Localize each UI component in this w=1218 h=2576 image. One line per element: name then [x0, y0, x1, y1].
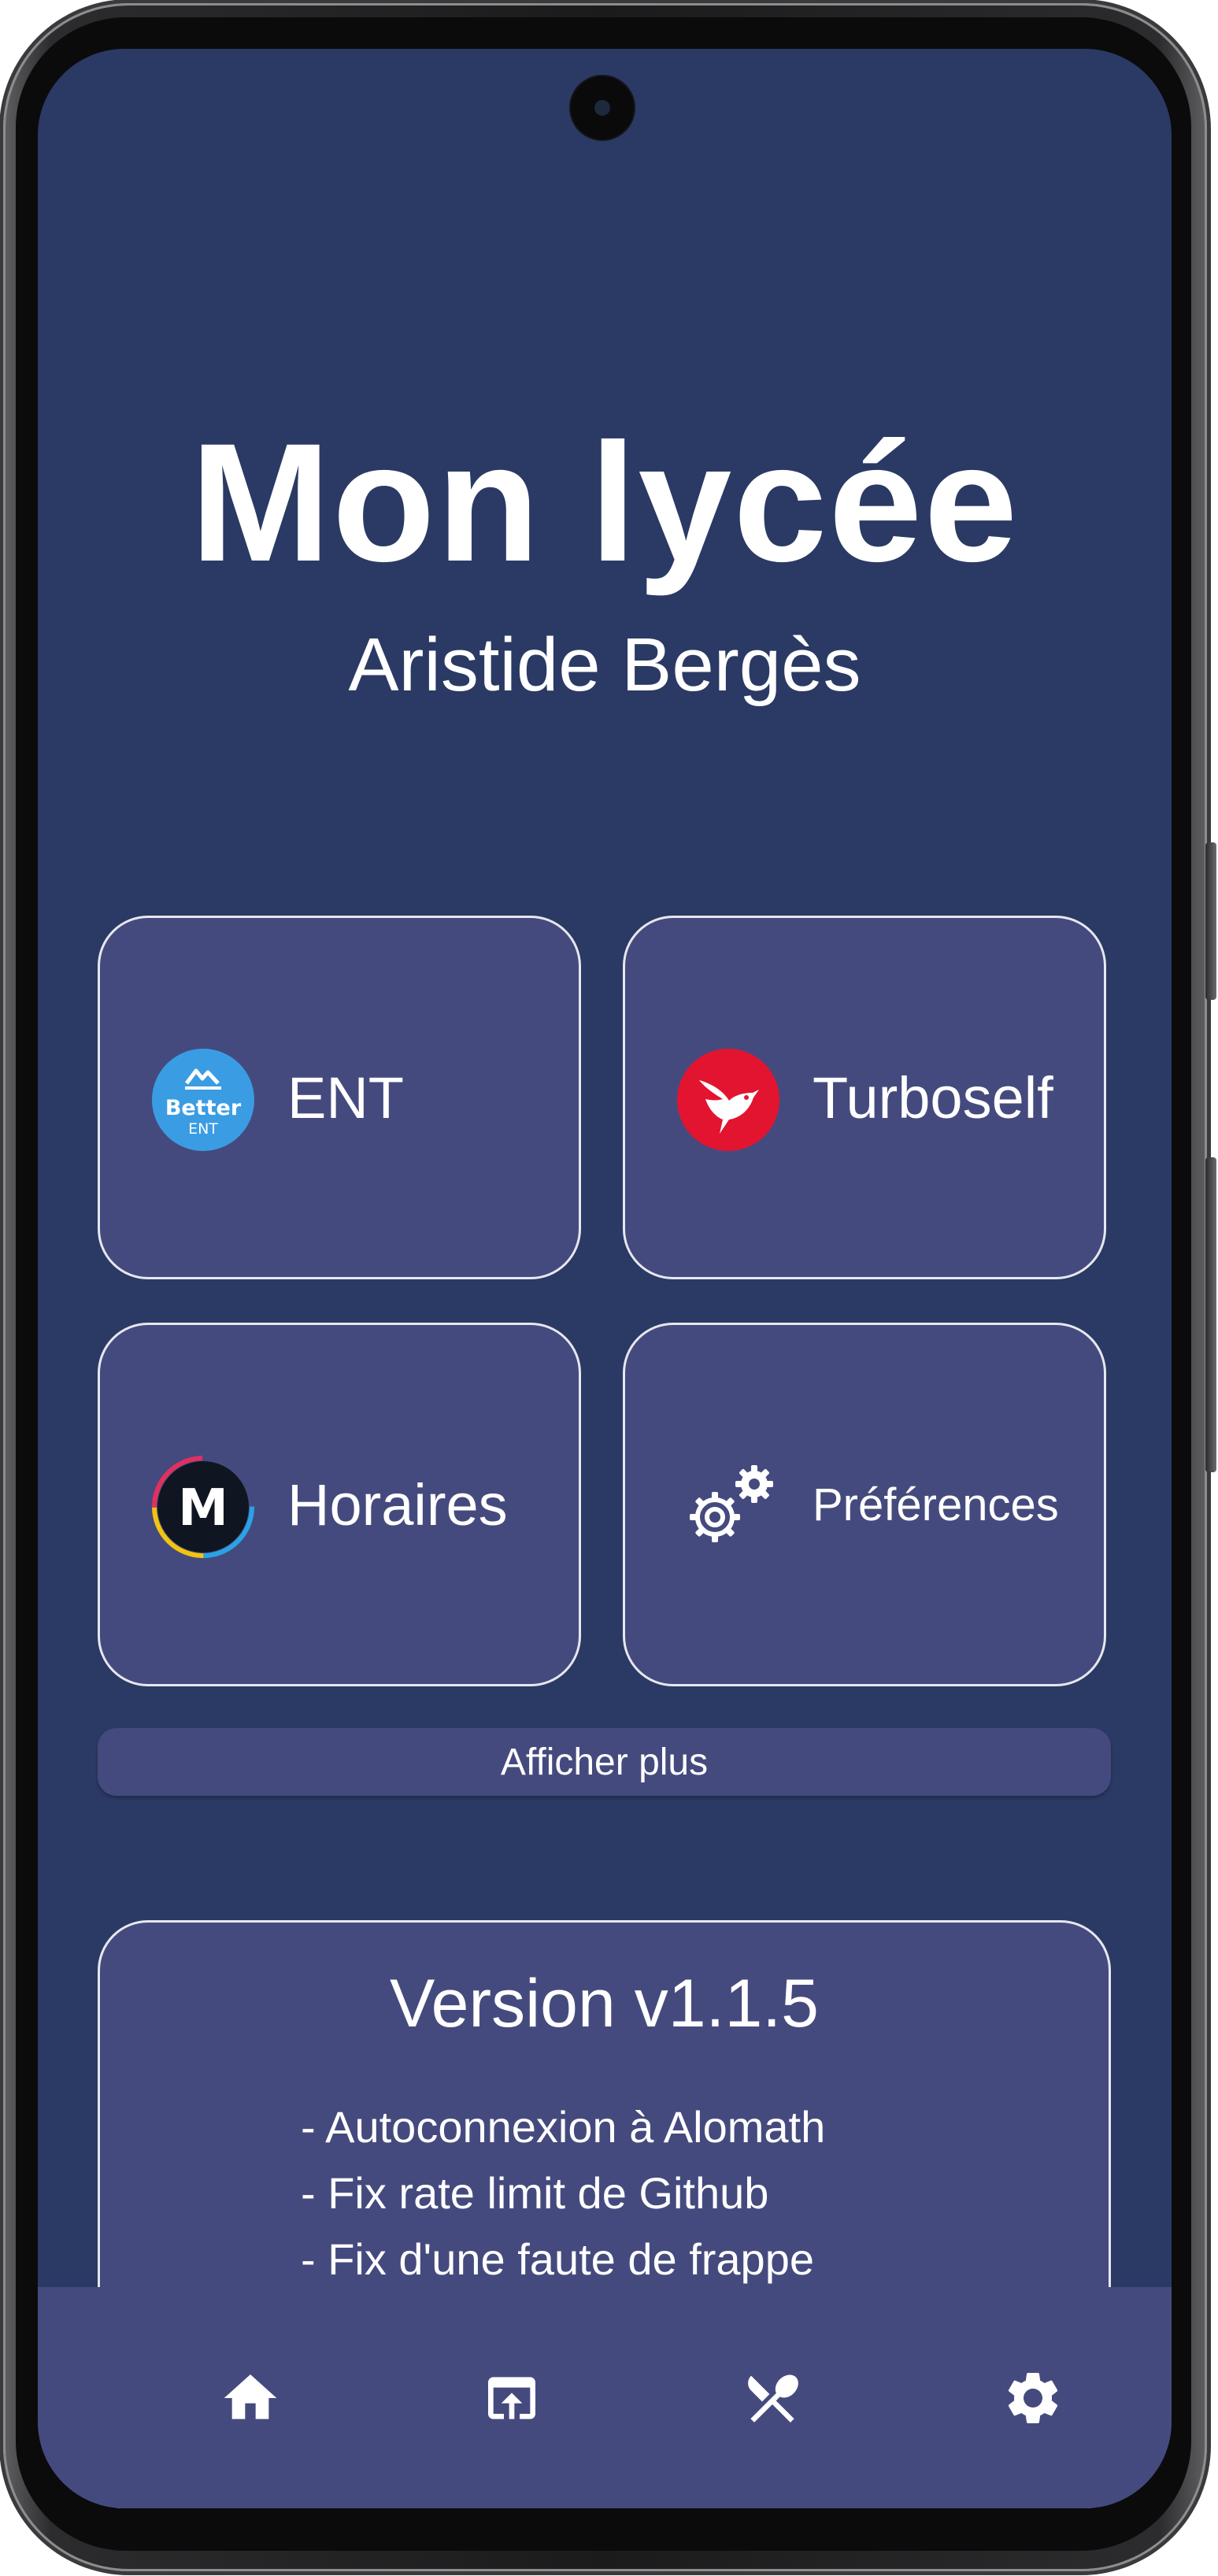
- tile-preferences-label: Préférences: [813, 1479, 1059, 1530]
- school-name: Aristide Bergès: [348, 623, 861, 707]
- version-title: Version v1.1.5: [389, 1966, 820, 2041]
- cutlery-icon: [748, 2374, 798, 2422]
- home-icon: [224, 2374, 277, 2419]
- phone-mockup: Mon lycée Aristide Bergès Better ENT ENT…: [0, 0, 1218, 2576]
- gears-icon: [690, 1465, 773, 1542]
- tile-horaires-label: Horaires: [287, 1471, 508, 1538]
- changelog-item: - Autoconnexion à Alomath: [301, 2102, 826, 2152]
- nav-home[interactable]: [172, 2287, 329, 2508]
- gear-icon: [1008, 2372, 1058, 2423]
- app-screen: Mon lycée Aristide Bergès Better ENT ENT…: [38, 49, 1172, 2508]
- show-more-button[interactable]: Afficher plus: [98, 1728, 1111, 1796]
- tile-horaires[interactable]: M Horaires: [98, 1323, 581, 1686]
- bottom-nav: [38, 2287, 1172, 2508]
- tile-ent[interactable]: Better ENT ENT: [98, 916, 581, 1279]
- tile-turboself-label: Turboself: [813, 1064, 1053, 1131]
- nav-restaurant[interactable]: [694, 2287, 851, 2508]
- app-title: Mon lycée: [190, 409, 1020, 597]
- better-ent-logo-subtext: ENT: [188, 1120, 218, 1138]
- nav-open-in-browser[interactable]: [433, 2287, 590, 2508]
- tile-turboself[interactable]: Turboself: [623, 916, 1106, 1279]
- better-ent-logo-text: Better: [165, 1096, 242, 1120]
- volume-button: [1205, 842, 1216, 1000]
- changelog-list: - Autoconnexion à Alomath - Fix rate lim…: [301, 2094, 825, 2293]
- turboself-hummingbird-icon: [677, 1049, 779, 1151]
- changelog-item: - Fix d'une faute de frappe: [301, 2234, 814, 2284]
- nav-settings[interactable]: [954, 2287, 1112, 2508]
- tile-ent-label: ENT: [287, 1064, 404, 1131]
- tile-preferences[interactable]: Préférences: [623, 1323, 1106, 1686]
- better-ent-logo-icon: Better ENT: [152, 1049, 254, 1151]
- power-button: [1205, 1157, 1216, 1472]
- changelog-item: - Fix rate limit de Github: [301, 2168, 769, 2218]
- horaires-logo-letter: M: [178, 1479, 228, 1538]
- open-in-browser-icon: [488, 2376, 535, 2419]
- front-camera: [571, 76, 634, 139]
- horaires-m-logo-icon: M: [152, 1456, 254, 1558]
